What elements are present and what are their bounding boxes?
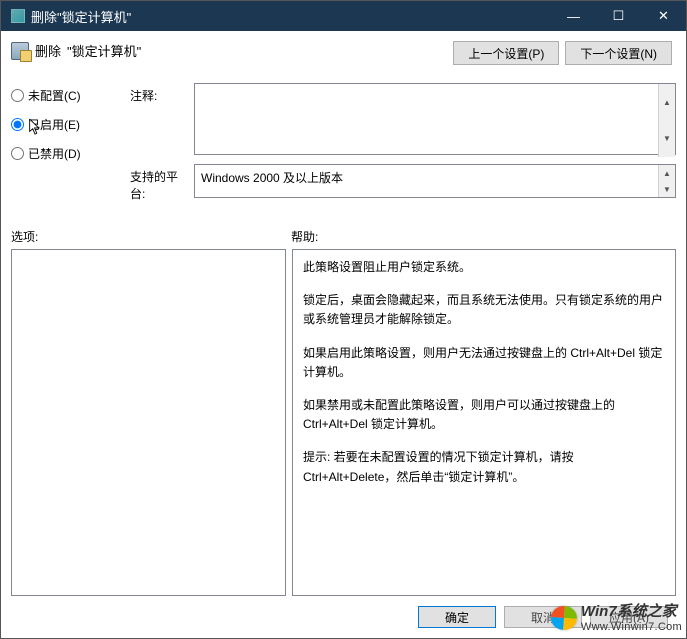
- chevron-up-icon: ▲: [659, 84, 675, 121]
- window-controls: — ☐ ✕: [551, 1, 686, 31]
- minimize-icon: —: [567, 9, 580, 24]
- help-paragraph: 如果启用此策略设置，则用户无法通过按键盘上的 Ctrl+Alt+Del 锁定计算…: [303, 344, 665, 382]
- comment-spinner[interactable]: ▲ ▼: [658, 84, 675, 157]
- next-setting-button[interactable]: 下一个设置(N): [565, 41, 672, 65]
- comment-label: 注释:: [130, 83, 190, 104]
- minimize-button[interactable]: —: [551, 1, 596, 31]
- policy-name: "锁定计算机": [67, 41, 141, 60]
- help-label: 帮助:: [291, 228, 318, 245]
- platform-field: Windows 2000 及以上版本: [194, 164, 676, 198]
- chevron-down-icon: ▼: [659, 181, 675, 197]
- maximize-button[interactable]: ☐: [596, 1, 641, 31]
- help-paragraph: 提示: 若要在未配置设置的情况下锁定计算机，请按 Ctrl+Alt+Delete…: [303, 448, 665, 486]
- titlebar: 删除"锁定计算机" — ☐ ✕: [1, 1, 686, 31]
- platform-spinner[interactable]: ▲ ▼: [658, 165, 675, 197]
- platform-label: 支持的平台:: [130, 164, 190, 202]
- radio-disabled[interactable]: 已禁用(D): [11, 145, 126, 162]
- chevron-up-icon: ▲: [659, 165, 675, 181]
- radio-disabled-input[interactable]: [11, 147, 24, 160]
- radio-enabled-label: 已启用(E): [28, 116, 80, 133]
- app-icon: [11, 9, 25, 23]
- apply-button[interactable]: 应用(A): [590, 606, 668, 628]
- state-radio-group: 未配置(C) 已启用(E) 已禁用(D): [11, 83, 126, 162]
- radio-enabled-input[interactable]: [11, 118, 24, 131]
- help-pane[interactable]: 此策略设置阻止用户锁定系统。锁定后，桌面会隐藏起来，而且系统无法使用。只有锁定系…: [292, 249, 676, 596]
- radio-disabled-label: 已禁用(D): [28, 145, 81, 162]
- maximize-icon: ☐: [613, 8, 625, 24]
- options-label: 选项:: [11, 228, 291, 245]
- radio-enabled[interactable]: 已启用(E): [11, 116, 126, 133]
- policy-title: 删除 "锁定计算机": [11, 39, 141, 60]
- help-paragraph: 锁定后，桌面会隐藏起来，而且系统无法使用。只有锁定系统的用户或系统管理员才能解除…: [303, 291, 665, 329]
- radio-not-configured-input[interactable]: [11, 89, 24, 102]
- options-pane: [11, 249, 286, 596]
- prev-setting-button[interactable]: 上一个设置(P): [453, 41, 559, 65]
- radio-not-configured[interactable]: 未配置(C): [11, 87, 126, 104]
- policy-icon: [11, 42, 29, 60]
- chevron-down-icon: ▼: [659, 121, 675, 158]
- ok-button[interactable]: 确定: [418, 606, 496, 628]
- close-icon: ✕: [658, 8, 669, 24]
- help-paragraph: 如果禁用或未配置此策略设置，则用户可以通过按键盘上的 Ctrl+Alt+Del …: [303, 396, 665, 434]
- cancel-button[interactable]: 取消: [504, 606, 582, 628]
- policy-action-label: 删除: [35, 41, 61, 60]
- comment-textarea[interactable]: [194, 83, 676, 155]
- help-paragraph: 此策略设置阻止用户锁定系统。: [303, 258, 665, 277]
- window-title: 删除"锁定计算机": [31, 7, 131, 26]
- close-button[interactable]: ✕: [641, 1, 686, 31]
- radio-not-configured-label: 未配置(C): [28, 87, 81, 104]
